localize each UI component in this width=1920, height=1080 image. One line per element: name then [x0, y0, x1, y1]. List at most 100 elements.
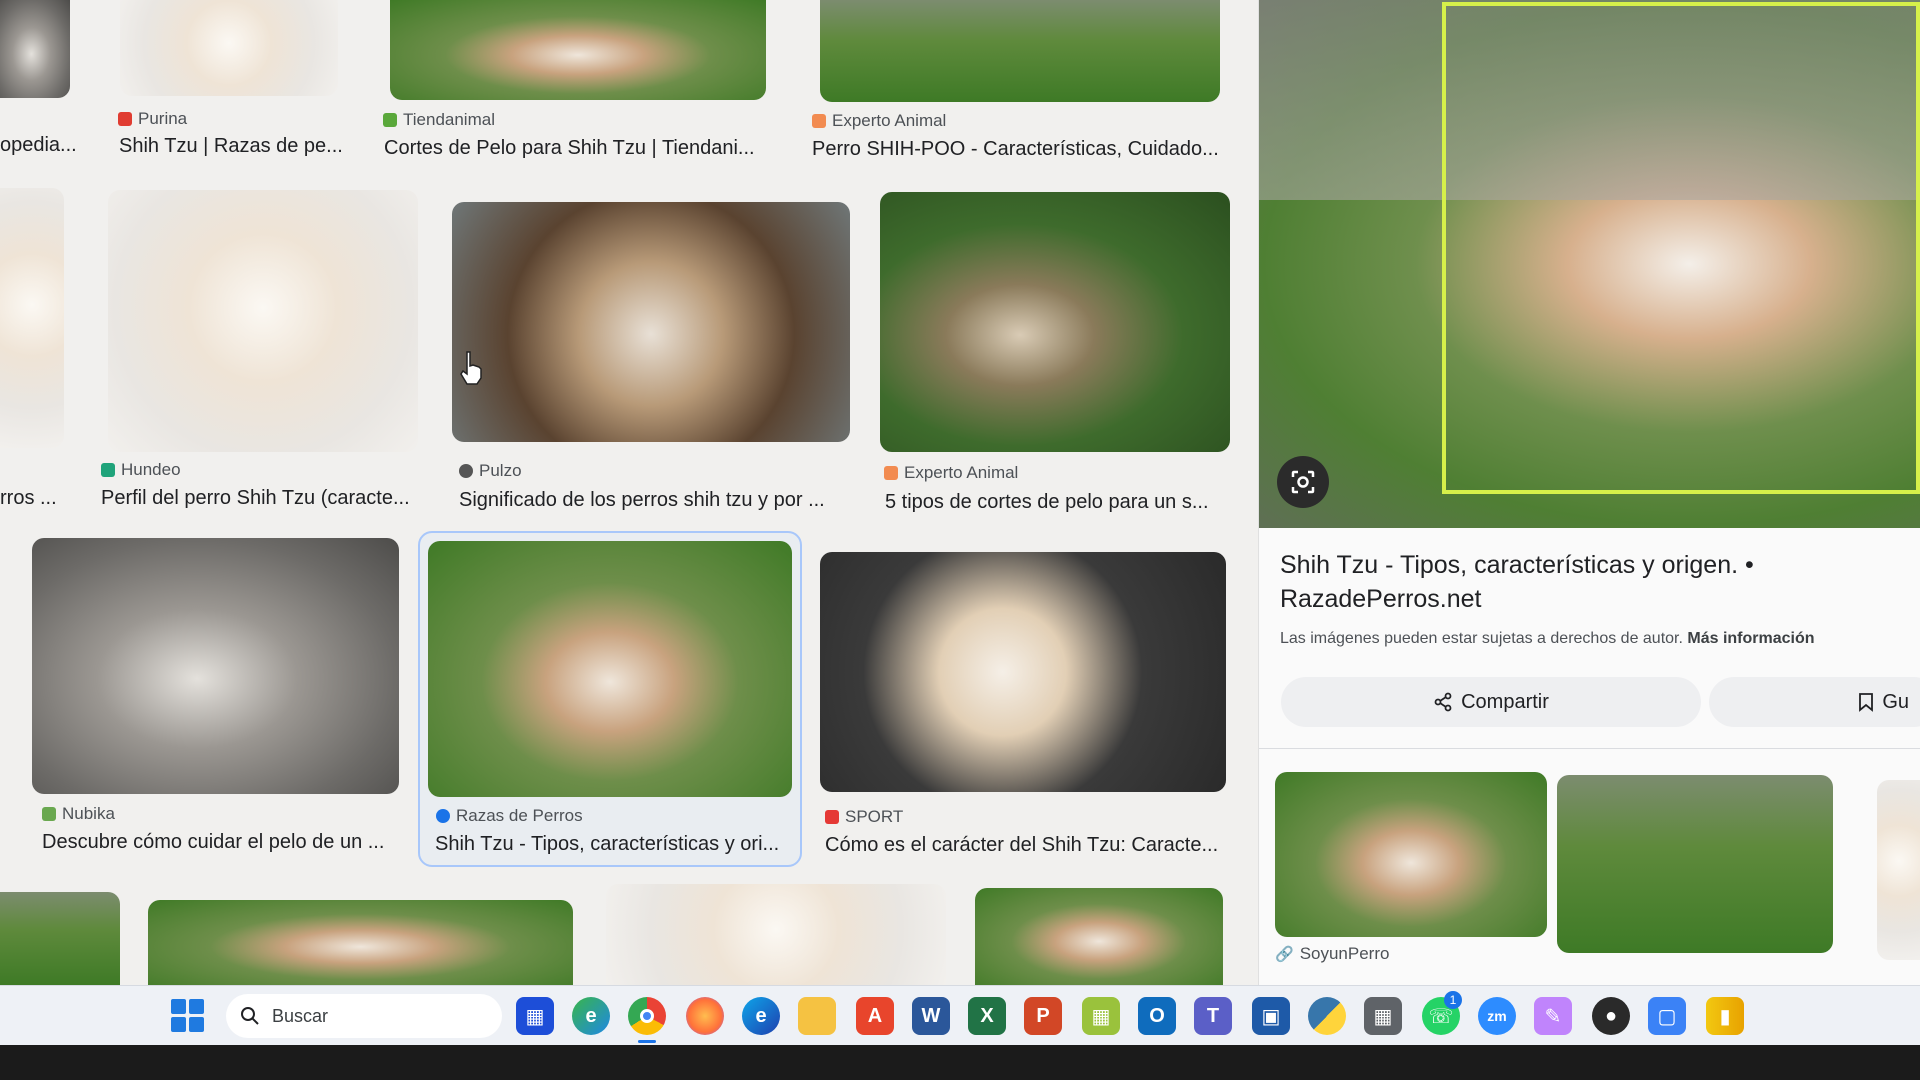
result-title[interactable]: Significado de los perros shih tzu y por… — [459, 489, 849, 512]
result-image[interactable] — [32, 538, 399, 794]
powerpoint-icon[interactable]: P — [1024, 997, 1062, 1035]
chrome-center-icon — [640, 1009, 654, 1023]
experto-animal-logo-icon — [812, 114, 826, 128]
windows-logo-icon — [189, 999, 204, 1014]
teams-icon[interactable]: T — [1194, 997, 1232, 1035]
acrobat-icon[interactable]: A — [856, 997, 894, 1035]
lens-selection-box[interactable] — [1442, 2, 1920, 494]
snipping-tool-icon[interactable]: ▦ — [1082, 997, 1120, 1035]
file-explorer-icon[interactable]: ▦ — [516, 997, 554, 1035]
copyright-note: Las imágenes pueden estar sujetas a dere… — [1280, 630, 1815, 648]
chrome-icon[interactable] — [628, 997, 666, 1035]
bookmark-icon — [1859, 693, 1874, 712]
result-source: Experto Animal — [884, 463, 1018, 483]
windows-logo-icon — [171, 1017, 186, 1032]
excel-icon[interactable]: X — [968, 997, 1006, 1035]
source-label: Experto Animal — [832, 111, 947, 130]
result-image[interactable] — [975, 888, 1223, 985]
related-image[interactable] — [1877, 780, 1920, 960]
outlook-icon[interactable]: O — [1138, 997, 1176, 1035]
panel-divider — [1259, 748, 1920, 749]
calculator-icon[interactable]: ▦ — [1364, 997, 1402, 1035]
result-image[interactable] — [820, 552, 1226, 792]
store-icon[interactable]: ▢ — [1648, 997, 1686, 1035]
related-source-label: SoyunPerro — [1299, 944, 1390, 963]
result-image[interactable] — [148, 900, 573, 985]
image-search-results: opedia... Purina Shih Tzu | Razas de pe.… — [0, 0, 1920, 985]
result-title[interactable]: Shih Tzu - Tipos, características y ori.… — [435, 833, 793, 856]
result-image[interactable] — [390, 0, 766, 100]
source-label: Pulzo — [479, 461, 522, 480]
result-source: Hundeo — [101, 460, 181, 480]
related-image[interactable] — [1275, 772, 1547, 937]
result-image[interactable] — [606, 884, 946, 985]
screen-bezel — [0, 1045, 1920, 1080]
result-source: Purina — [118, 109, 187, 129]
result-title[interactable]: Cómo es el carácter del Shih Tzu: Caract… — [825, 834, 1225, 857]
share-icon — [1434, 692, 1452, 712]
source-label: Razas de Perros — [456, 806, 583, 825]
save-label: Gu — [1882, 690, 1909, 713]
windows-logo-icon — [171, 999, 186, 1014]
result-source: Razas de Perros — [436, 806, 583, 826]
related-image[interactable] — [1557, 775, 1833, 953]
sport-logo-icon — [825, 810, 839, 824]
cursor-icon[interactable]: ● — [1592, 997, 1630, 1035]
lens-icon — [1291, 470, 1315, 494]
whatsapp-badge: 1 — [1444, 991, 1462, 1009]
result-image[interactable] — [0, 188, 64, 448]
result-image[interactable] — [452, 202, 850, 442]
result-title[interactable]: Perro SHIH-POO - Características, Cuidad… — [812, 138, 1222, 161]
taskbar-search[interactable]: Buscar — [226, 994, 502, 1038]
result-image[interactable] — [120, 0, 338, 96]
save-button[interactable]: Gu — [1709, 677, 1920, 727]
start-button[interactable] — [171, 999, 205, 1033]
windows-taskbar: Buscar ▦ e e A W X P ▦ O T ▣ ▦ ☏ 1 zm ✎ … — [0, 985, 1920, 1045]
purina-logo-icon — [118, 112, 132, 126]
result-source: Pulzo — [459, 461, 522, 481]
result-title[interactable]: 5 tipos de cortes de pelo para un s... — [885, 491, 1225, 514]
power-bi-icon[interactable]: ▮ — [1706, 997, 1744, 1035]
result-title[interactable]: Shih Tzu | Razas de pe... — [119, 135, 349, 158]
nubika-logo-icon — [42, 807, 56, 821]
tiendanimal-logo-icon — [383, 113, 397, 127]
folder-icon[interactable] — [798, 997, 836, 1035]
lens-search-button[interactable] — [1277, 456, 1329, 508]
paint-icon[interactable]: ✎ — [1534, 997, 1572, 1035]
experto-animal-logo-icon — [884, 466, 898, 480]
image-preview-panel: Shih Tzu - Tipos, características y orig… — [1258, 0, 1920, 985]
firefox-icon[interactable] — [686, 997, 724, 1035]
source-label: SPORT — [845, 807, 904, 826]
share-button[interactable]: Compartir — [1281, 677, 1701, 727]
result-image[interactable] — [0, 892, 120, 985]
edge-icon[interactable]: e — [572, 997, 610, 1035]
link-icon: 🔗 — [1275, 946, 1294, 963]
result-title[interactable]: opedia... — [0, 134, 80, 157]
razas-de-perros-logo-icon — [436, 809, 450, 823]
more-info-link[interactable]: Más información — [1687, 630, 1814, 647]
hand-cursor-icon — [460, 351, 482, 385]
preview-title[interactable]: Shih Tzu - Tipos, características y orig… — [1280, 548, 1900, 616]
result-image[interactable] — [428, 541, 792, 797]
preview-image[interactable] — [1259, 0, 1920, 528]
result-image[interactable] — [820, 0, 1220, 102]
result-title[interactable]: Descubre cómo cuidar el pelo de un ... — [42, 831, 392, 854]
result-title[interactable]: rros ... — [0, 487, 70, 510]
python-icon[interactable] — [1308, 997, 1346, 1035]
result-title[interactable]: Cortes de Pelo para Shih Tzu | Tiendani.… — [384, 137, 764, 160]
zoom-icon[interactable]: zm — [1478, 997, 1516, 1035]
edge-legacy-icon[interactable]: e — [742, 997, 780, 1035]
windows-logo-icon — [189, 1017, 204, 1032]
result-title[interactable]: Perfil del perro Shih Tzu (caracte... — [101, 487, 421, 510]
result-image[interactable] — [108, 190, 418, 452]
copyright-text: Las imágenes pueden estar sujetas a dere… — [1280, 630, 1683, 647]
word-icon[interactable]: W — [912, 997, 950, 1035]
source-label: Nubika — [62, 804, 115, 823]
pulzo-logo-icon — [459, 464, 473, 478]
result-image[interactable] — [0, 0, 70, 98]
result-source: Experto Animal — [812, 111, 946, 131]
result-source: Tiendanimal — [383, 110, 495, 130]
source-label: Purina — [138, 109, 188, 128]
result-image[interactable] — [880, 192, 1230, 452]
remote-desktop-icon[interactable]: ▣ — [1252, 997, 1290, 1035]
